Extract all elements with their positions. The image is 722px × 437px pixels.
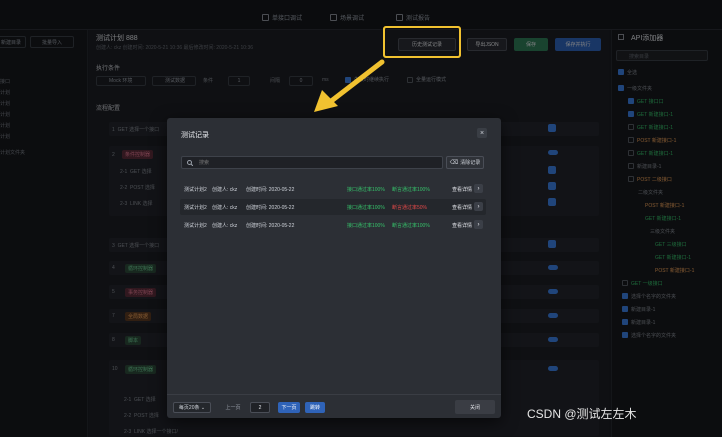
watermark: CSDN @测试左左木 bbox=[527, 407, 637, 421]
jump-button[interactable]: 跳转 bbox=[305, 402, 325, 413]
search-icon bbox=[187, 159, 193, 166]
view-detail-link[interactable]: 查看详情 bbox=[452, 186, 472, 193]
next-page-button[interactable]: 下一页 bbox=[278, 402, 300, 413]
history-button-callout bbox=[383, 26, 461, 58]
chevron-right-icon[interactable]: › bbox=[474, 220, 483, 229]
record-row[interactable]: 测试计划2 创建人: ckz 创建时间: 2020-05-22 接口通过率100… bbox=[180, 181, 486, 197]
chevron-down-icon: ⌄ bbox=[199, 404, 206, 411]
view-detail-link[interactable]: 查看详情 bbox=[452, 204, 472, 211]
chevron-right-icon[interactable]: › bbox=[474, 202, 483, 211]
clear-records-button[interactable]: ⌫ 清除记录 bbox=[446, 156, 484, 169]
page-size-select[interactable]: 每页20条 ⌄ bbox=[173, 402, 211, 413]
view-detail-link[interactable]: 查看详情 bbox=[452, 222, 472, 229]
modal-title: 测试记录 bbox=[181, 132, 209, 139]
modal-footer-divider bbox=[167, 394, 501, 395]
page-number-input[interactable]: 2 bbox=[250, 402, 270, 413]
close-icon[interactable]: × bbox=[477, 128, 487, 138]
trash-icon: ⌫ bbox=[449, 160, 459, 166]
close-button[interactable]: 关闭 bbox=[455, 400, 495, 414]
record-search-field[interactable] bbox=[181, 156, 443, 169]
chevron-right-icon[interactable]: › bbox=[474, 184, 483, 193]
record-search-input[interactable] bbox=[197, 158, 427, 167]
prev-page-button[interactable]: 上一页 bbox=[222, 402, 244, 413]
record-row[interactable]: 测试计划2 创建人: ckz 创建时间: 2020-05-22 接口通过率100… bbox=[180, 217, 486, 233]
record-row[interactable]: 测试计划2 创建人: ckz 创建时间: 2020-05-22 接口通过率100… bbox=[180, 199, 486, 215]
pointer-arrow-icon bbox=[314, 59, 385, 112]
